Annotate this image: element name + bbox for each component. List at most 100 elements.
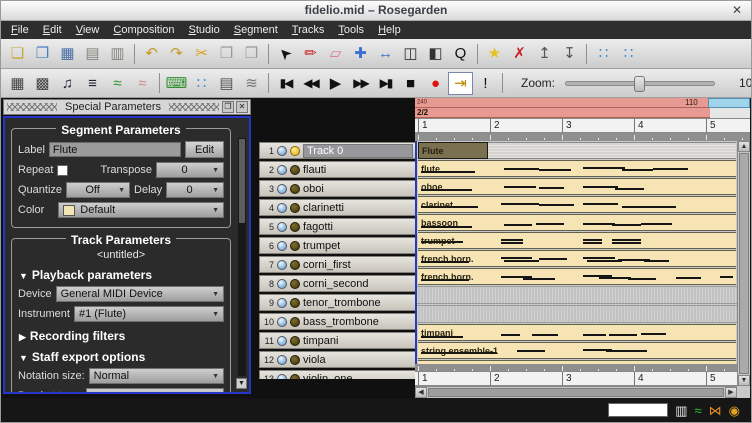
scroll-left-icon[interactable]: ◀ [415, 387, 427, 398]
staff-export-header[interactable]: ▼ Staff export options [19, 350, 223, 364]
move-tool-icon[interactable]: ✚ [348, 42, 373, 65]
instrument-dropdown[interactable]: #1 (Flute) ▼ [73, 306, 224, 322]
loop-ruler-top[interactable] [415, 133, 750, 141]
track-row-fagotti[interactable]: 5 fagotti [259, 218, 416, 235]
punch-in-button[interactable]: ⇥ [448, 71, 473, 95]
track-label[interactable]: oboi [303, 183, 324, 195]
track-row-viola[interactable]: 12 viola [259, 351, 416, 368]
track-label[interactable]: viola [303, 354, 326, 366]
track-up-icon[interactable]: ↥ [532, 42, 557, 65]
midi-mixer-icon[interactable]: ▤ [214, 72, 239, 95]
record-led-icon[interactable] [290, 221, 300, 232]
track-label[interactable]: flauti [303, 164, 326, 176]
cut-icon[interactable]: ✂ [189, 42, 214, 65]
stop-button[interactable]: ■ [398, 72, 423, 95]
edit-button[interactable]: Edit [185, 141, 224, 158]
bar-ruler-bottom[interactable]: 1 2 3 4 5 [415, 371, 737, 386]
mixer-knobs-icon[interactable]: ∷ [189, 72, 214, 95]
segment-french-horn-[interactable]: french.horn. [418, 268, 736, 285]
record-led-icon[interactable] [290, 354, 300, 365]
menu-edit[interactable]: Edit [36, 22, 69, 38]
matrix-editor-icon[interactable]: ▦ [5, 72, 30, 95]
redo-icon[interactable]: ↷ [164, 42, 189, 65]
segment-french-horn-[interactable]: french.horn. [418, 250, 736, 267]
mute-led-icon[interactable] [277, 183, 287, 194]
special-parameters-titlebar[interactable]: Special Parameters ❐ ✕ [3, 99, 251, 115]
device-dropdown[interactable]: General MIDI Device ▼ [55, 286, 224, 302]
audio-editor-icon[interactable]: ≈ [105, 72, 130, 95]
erase-tool-icon[interactable]: ▱ [323, 42, 348, 65]
record-led-icon[interactable] [290, 297, 300, 308]
track-label[interactable]: bass_trombone [303, 316, 379, 328]
scroll-right-icon[interactable]: ▶ [725, 387, 737, 398]
track-down-icon[interactable]: ↧ [557, 42, 582, 65]
menu-studio[interactable]: Studio [182, 22, 227, 38]
segment-timpani[interactable]: timpani [418, 324, 736, 341]
mute-led-icon[interactable] [277, 297, 287, 308]
mute-led-icon[interactable] [277, 145, 287, 156]
track-label[interactable]: corni_second [303, 278, 368, 290]
zoom-slider-handle[interactable] [634, 75, 646, 92]
mute-led-icon[interactable] [277, 202, 287, 213]
segment-label-field[interactable]: Flute [48, 142, 182, 157]
segment-flute[interactable]: flute [418, 160, 736, 177]
undo-icon[interactable]: ↶ [139, 42, 164, 65]
track-row-oboi[interactable]: 3 oboi [259, 180, 416, 197]
record-led-icon[interactable] [290, 316, 300, 327]
mute-led-icon[interactable] [277, 259, 287, 270]
horizontal-scrollbar-thumb[interactable] [428, 388, 724, 397]
mute-led-icon[interactable] [277, 240, 287, 251]
add-marker-icon[interactable]: ★ [482, 42, 507, 65]
title-bar[interactable]: fidelio.mid – Rosegarden ✕ [1, 1, 751, 21]
vertical-scrollbar[interactable]: ▲ ▼ [737, 141, 750, 386]
quantize-dropdown[interactable]: Off ▼ [66, 182, 131, 198]
close-panel-icon[interactable]: ✕ [236, 101, 248, 113]
mute-led-icon[interactable] [277, 354, 287, 365]
track-row-violin-one[interactable]: 13 violin_one [259, 370, 416, 379]
track-row-tenor-trombone[interactable]: 9 tenor_trombone [259, 294, 416, 311]
drum-matrix-icon[interactable]: ▩ [30, 72, 55, 95]
save-file-icon[interactable]: ▦ [55, 42, 80, 65]
split-tool-icon[interactable]: ◫ [398, 42, 423, 65]
select-tool-icon[interactable]: ➤ [273, 42, 298, 65]
status-input[interactable] [608, 403, 669, 417]
panel-scroll-down-icon[interactable]: ▼ [236, 378, 247, 389]
paste-icon[interactable]: ❒ [239, 42, 264, 65]
segment-trumpet[interactable]: trumpet [418, 232, 736, 249]
mute-led-icon[interactable] [277, 373, 287, 379]
record-button[interactable]: ● [423, 72, 448, 95]
mute-dots-icon[interactable]: ∷ [591, 42, 616, 65]
track-row-flauti[interactable]: 2 flauti [259, 161, 416, 178]
segment-string-ensemble-1[interactable]: string.ensemble-1 [418, 342, 736, 359]
solo-dots-icon[interactable]: ∷ [616, 42, 641, 65]
horizontal-scrollbar[interactable]: ◀ ▶ [415, 386, 737, 398]
panic-button[interactable]: ! [473, 72, 498, 95]
track-label[interactable]: corni_first [303, 259, 351, 271]
track-label[interactable]: violin_one [303, 373, 353, 380]
record-led-icon[interactable] [290, 183, 300, 194]
zoom-slider[interactable] [565, 75, 716, 92]
playback-parameters-header[interactable]: ▼ Playback parameters [19, 268, 223, 282]
float-panel-icon[interactable]: ❐ [222, 101, 234, 113]
panel-scrollbar[interactable] [238, 138, 246, 376]
track-row-track-0[interactable]: 1 Track 0 [259, 142, 416, 159]
dock-handle-left[interactable] [7, 103, 57, 111]
join-tool-icon[interactable]: ◧ [423, 42, 448, 65]
menu-composition[interactable]: Composition [106, 22, 181, 38]
track-label[interactable]: Track 0 [303, 143, 413, 158]
panel-scrollbar-thumb[interactable] [239, 139, 245, 223]
delay-dropdown[interactable]: 0 ▼ [166, 182, 224, 198]
copy-icon[interactable]: ❐ [214, 42, 239, 65]
audio-faders-icon[interactable]: ≋ [239, 72, 264, 95]
close-icon[interactable]: ✕ [732, 1, 742, 20]
mute-led-icon[interactable] [277, 278, 287, 289]
track-label[interactable]: timpani [303, 335, 338, 347]
print-icon[interactable]: ▤ [80, 42, 105, 65]
bracket-type-dropdown[interactable]: -----▼ [86, 388, 224, 392]
segment-bassoon[interactable]: bassoon [418, 214, 736, 231]
repeat-checkbox[interactable] [57, 164, 69, 176]
menu-tracks[interactable]: Tracks [285, 22, 332, 38]
notation-size-dropdown[interactable]: Normal ▼ [88, 368, 224, 384]
segment-area[interactable]: Flute flute oboe clarinet bassoon trumpet fren… [415, 141, 737, 364]
recording-filters-header[interactable]: ▶ Recording filters [19, 329, 223, 343]
